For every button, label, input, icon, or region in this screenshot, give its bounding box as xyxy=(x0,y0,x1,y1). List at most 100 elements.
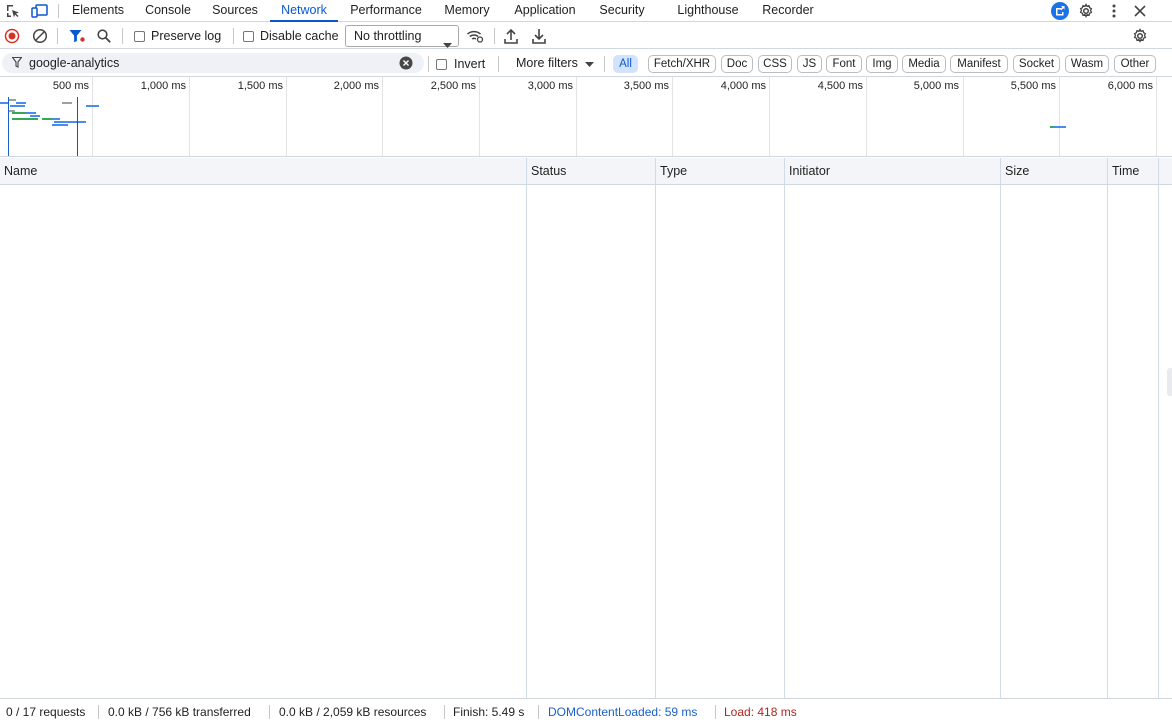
clear-filter-icon[interactable] xyxy=(399,56,413,73)
tick-line xyxy=(769,77,770,156)
type-filter-doc[interactable]: Doc xyxy=(721,55,753,73)
tick-line xyxy=(672,77,673,156)
tick-line xyxy=(92,77,93,156)
export-har-icon[interactable] xyxy=(531,27,547,45)
tab-memory[interactable]: Memory xyxy=(437,0,497,22)
type-filter-js[interactable]: JS xyxy=(797,55,822,73)
divider xyxy=(715,705,716,719)
tab-console[interactable]: Console xyxy=(138,0,198,22)
disable-cache-checkbox[interactable]: Disable cache xyxy=(243,29,339,43)
settings-icon[interactable] xyxy=(1077,2,1095,20)
chevron-down-icon xyxy=(584,56,594,70)
tick-label: 5,500 ms xyxy=(1010,80,1056,92)
network-conditions-icon[interactable] xyxy=(466,28,484,44)
divider xyxy=(428,56,429,72)
tab-lighthouse[interactable]: Lighthouse xyxy=(670,0,746,22)
tick-line xyxy=(286,77,287,156)
search-icon[interactable] xyxy=(96,28,112,44)
checkbox-box[interactable] xyxy=(134,30,145,42)
filter-input[interactable]: google-analytics xyxy=(2,53,424,73)
request-table-header: Name Status Type Initiator Size Time xyxy=(0,158,1172,185)
invert-checkbox[interactable]: Invert xyxy=(436,57,485,71)
divider xyxy=(494,28,495,44)
filter-bar: google-analytics Invert More filters All… xyxy=(0,50,1172,77)
divider xyxy=(122,28,123,44)
tab-network[interactable]: Network xyxy=(270,0,338,22)
overview-request-bar xyxy=(26,112,35,114)
type-filter-media[interactable]: Media xyxy=(902,55,946,73)
inspect-element-icon[interactable] xyxy=(4,2,22,20)
type-filter-socket[interactable]: Socket xyxy=(1013,55,1060,73)
filter-query-text: google-analytics xyxy=(29,56,120,70)
column-header-initiator[interactable]: Initiator xyxy=(785,158,1000,185)
preserve-log-label: Preserve log xyxy=(151,29,222,43)
tab-sources[interactable]: Sources xyxy=(204,0,266,22)
more-options-icon[interactable] xyxy=(1105,2,1123,20)
dom-content-loaded-marker xyxy=(8,97,9,156)
overview-request-bar xyxy=(86,105,99,107)
record-icon[interactable] xyxy=(4,28,20,44)
import-har-icon[interactable] xyxy=(503,27,519,45)
divider xyxy=(269,705,270,719)
column-header-time[interactable]: Time xyxy=(1108,158,1158,185)
scrollbar-handle[interactable] xyxy=(1167,368,1172,396)
status-bar: 0 / 17 requests 0.0 kB / 756 kB transfer… xyxy=(0,698,1172,722)
tab-recorder[interactable]: Recorder xyxy=(756,0,820,22)
divider xyxy=(498,56,499,72)
column-header-status[interactable]: Status xyxy=(527,158,655,185)
tab-elements[interactable]: Elements xyxy=(64,0,132,22)
requests-count: 0 / 17 requests xyxy=(6,705,86,719)
tab-application[interactable]: Application xyxy=(505,0,585,22)
preserve-log-checkbox[interactable]: Preserve log xyxy=(134,29,221,43)
tick-label: 4,000 ms xyxy=(720,80,766,92)
tick-line xyxy=(382,77,383,156)
type-filter-other[interactable]: Other xyxy=(1114,55,1156,73)
tick-line xyxy=(576,77,577,156)
type-filter-css[interactable]: CSS xyxy=(758,55,792,73)
load-time: Load: 418 ms xyxy=(724,705,797,719)
tick-label: 2,000 ms xyxy=(333,80,379,92)
overview-request-bar xyxy=(8,99,16,101)
transferred-size: 0.0 kB / 756 kB transferred xyxy=(108,705,251,719)
divider xyxy=(57,28,58,44)
overview-request-bar xyxy=(42,118,52,120)
clear-icon[interactable] xyxy=(32,28,48,44)
type-filter-fetch-xhr[interactable]: Fetch/XHR xyxy=(648,55,716,73)
finish-time: Finish: 5.49 s xyxy=(453,705,525,719)
type-filter-font[interactable]: Font xyxy=(826,55,862,73)
column-header-type[interactable]: Type xyxy=(656,158,784,185)
type-filter-wasm[interactable]: Wasm xyxy=(1065,55,1109,73)
tick-label: 3,500 ms xyxy=(623,80,669,92)
overview-request-bar xyxy=(16,102,26,104)
overview-request-bar xyxy=(30,115,40,117)
tick-line xyxy=(189,77,190,156)
more-filters-dropdown[interactable]: More filters xyxy=(516,56,594,70)
disable-cache-label: Disable cache xyxy=(260,29,339,43)
timeline-overview[interactable]: 500 ms 1,000 ms 1,500 ms 2,000 ms 2,500 … xyxy=(0,77,1172,157)
tick-line xyxy=(1156,77,1157,156)
overview-request-bar xyxy=(52,124,68,126)
close-icon[interactable] xyxy=(1131,2,1149,20)
column-header-size[interactable]: Size xyxy=(1001,158,1107,185)
type-filter-all[interactable]: All xyxy=(613,55,638,73)
request-list[interactable] xyxy=(0,186,1158,698)
network-settings-icon[interactable] xyxy=(1132,28,1148,44)
more-filters-label: More filters xyxy=(516,56,578,70)
type-filter-manifest[interactable]: Manifest xyxy=(950,55,1008,73)
checkbox-box[interactable] xyxy=(243,30,254,42)
ai-assistance-icon[interactable] xyxy=(1050,1,1070,21)
divider xyxy=(233,28,234,44)
tab-performance[interactable]: Performance xyxy=(343,0,429,22)
type-filter-img[interactable]: Img xyxy=(866,55,898,73)
column-header-name[interactable]: Name xyxy=(0,158,526,185)
tick-label: 5,000 ms xyxy=(913,80,959,92)
tab-security[interactable]: Security xyxy=(592,0,652,22)
throttling-select[interactable]: No throttling xyxy=(345,25,459,48)
overview-request-bar xyxy=(10,105,25,107)
device-toolbar-icon[interactable] xyxy=(31,2,49,20)
tick-line xyxy=(866,77,867,156)
dom-content-loaded-time: DOMContentLoaded: 59 ms xyxy=(548,705,698,719)
checkbox-box[interactable] xyxy=(436,58,447,70)
overview-request-bar xyxy=(54,121,86,123)
filter-icon[interactable] xyxy=(68,28,86,44)
